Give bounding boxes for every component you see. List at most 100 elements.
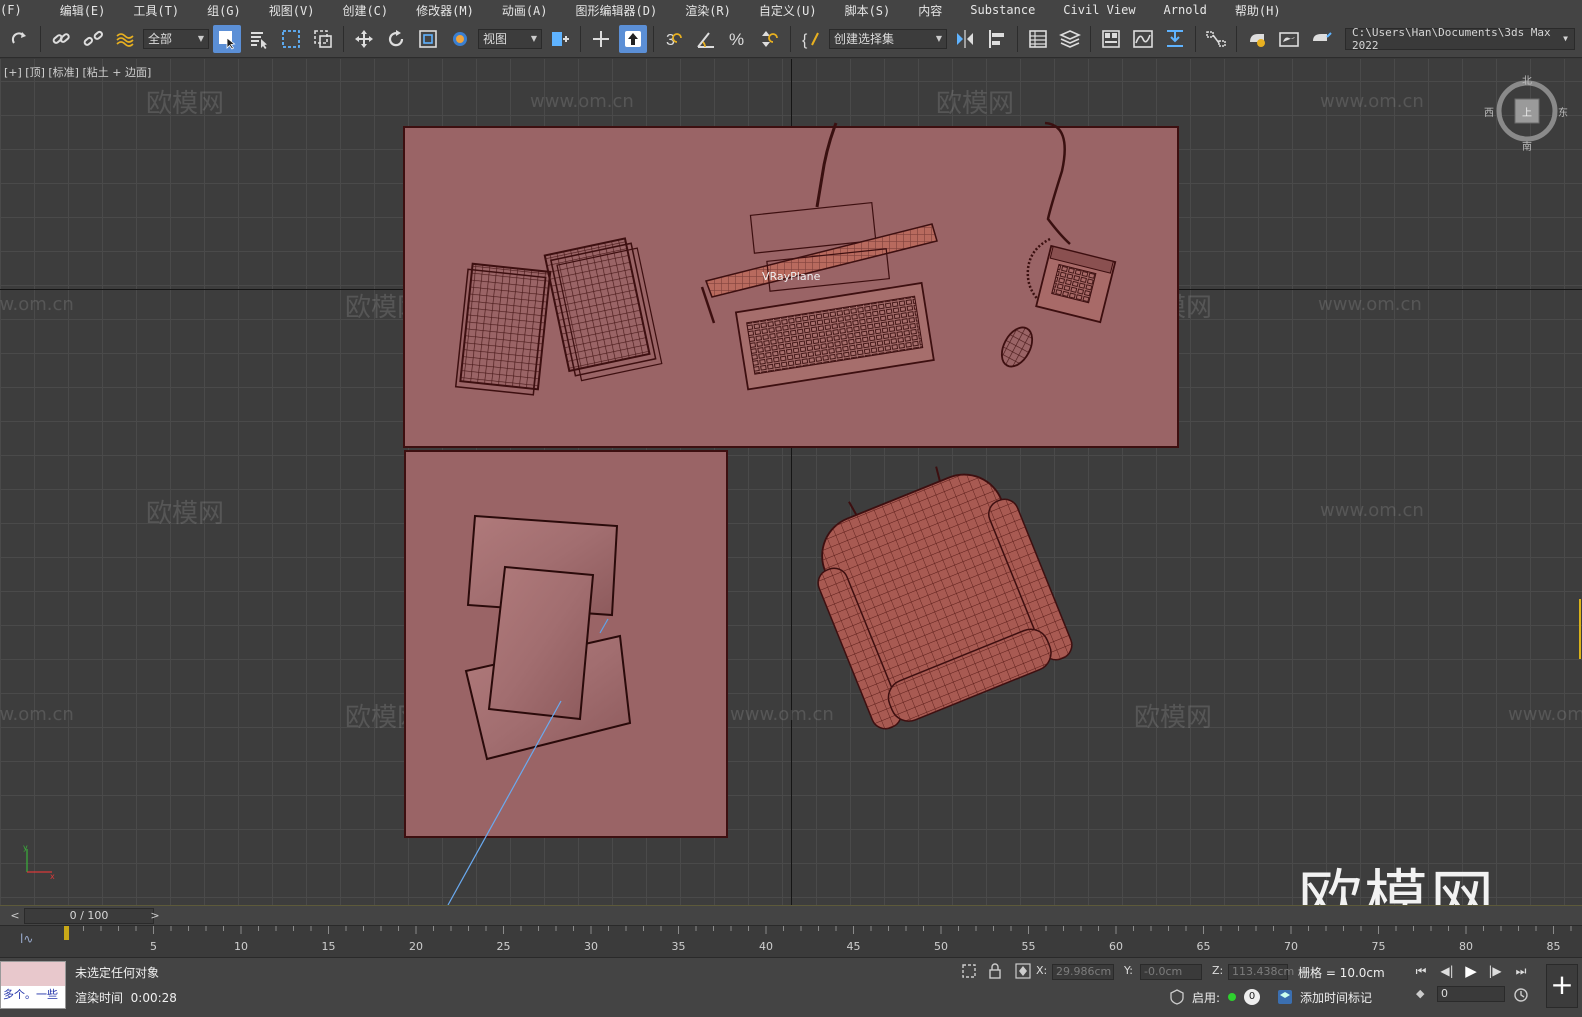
curve-editor-icon[interactable]: [1129, 25, 1157, 53]
svg-text:x: x: [50, 872, 55, 881]
select-object-icon[interactable]: [213, 24, 241, 53]
timeline-tick-label: 40: [759, 940, 773, 953]
unlink-icon[interactable]: [79, 25, 107, 53]
scale-icon[interactable]: [414, 25, 442, 53]
add-viewport-icon[interactable]: +: [1546, 964, 1578, 1008]
named-selection-set-value: 创建选择集: [834, 32, 895, 46]
axis-tripod-icon: y x: [23, 843, 55, 881]
menu-arnold[interactable]: Arnold: [1150, 3, 1221, 17]
spinner-snap-icon[interactable]: [756, 25, 784, 53]
toolbar-separator: [653, 25, 654, 52]
paper-stack-left: [454, 262, 552, 396]
time-slider[interactable]: < 0 / 100 >: [0, 905, 1582, 925]
play-icon[interactable]: ▶: [1460, 962, 1482, 980]
render-production-icon[interactable]: [1307, 25, 1335, 53]
menu-views[interactable]: 视图(V): [255, 2, 329, 19]
viewcube[interactable]: 北 南 西 东 上: [1484, 76, 1568, 153]
project-path-field[interactable]: C:\Users\Han\Documents\3ds Max 2022 ▼: [1345, 26, 1575, 52]
enable-count-badge[interactable]: 0: [1244, 989, 1260, 1005]
viewcube-east[interactable]: 东: [1558, 104, 1568, 119]
move-icon[interactable]: [350, 25, 378, 53]
key-mode-icon[interactable]: ◆: [1416, 987, 1424, 1000]
menu-file[interactable]: (F): [0, 3, 46, 17]
viewcube-south[interactable]: 南: [1522, 138, 1532, 153]
maxscript-mini-listener[interactable]: 多个。一些: [0, 961, 66, 1009]
snap-3d-icon[interactable]: 3: [660, 25, 688, 53]
reference-coord-dropdown[interactable]: 视图 ▼: [478, 28, 542, 49]
y-coord-field[interactable]: -0.0cm: [1140, 964, 1202, 980]
lock-icon[interactable]: [986, 962, 1004, 980]
prev-frame-icon[interactable]: <: [8, 908, 22, 924]
go-to-start-icon[interactable]: ⏮: [1410, 962, 1432, 980]
menu-edit[interactable]: 编辑(E): [46, 2, 120, 19]
viewcube-north[interactable]: 北: [1522, 72, 1532, 87]
menu-animation[interactable]: 动画(A): [488, 2, 562, 19]
dope-sheet-icon[interactable]: [1161, 25, 1189, 53]
angle-snap-icon[interactable]: [692, 25, 720, 53]
percent-snap-icon[interactable]: %: [724, 25, 752, 53]
bind-spacewarp-icon[interactable]: [111, 25, 139, 53]
align-icon[interactable]: [983, 25, 1011, 53]
x-coord-field[interactable]: 29.986cm: [1052, 964, 1114, 980]
link-icon[interactable]: [47, 25, 75, 53]
add-time-tag[interactable]: 添加时间标记: [1300, 989, 1372, 1006]
layer-explorer-icon[interactable]: [1056, 25, 1084, 53]
previous-frame-icon[interactable]: ◀|: [1436, 962, 1458, 980]
menu-modifiers[interactable]: 修改器(M): [402, 2, 488, 19]
viewcube-west[interactable]: 西: [1484, 104, 1494, 119]
current-frame-field[interactable]: 0: [1437, 986, 1505, 1002]
current-frame-marker[interactable]: [64, 926, 69, 940]
top-viewport[interactable]: 欧模网 www.om.cn 欧模网 www.om.cn www.om.cn 欧模…: [0, 59, 1582, 905]
named-selection-set-dropdown[interactable]: 创建选择集 ▼: [829, 28, 947, 49]
mirror-tool-icon[interactable]: [951, 25, 979, 53]
placement-icon[interactable]: [446, 25, 474, 53]
z-coord-field[interactable]: 113.438cm: [1228, 964, 1294, 980]
redo-icon[interactable]: [6, 25, 34, 53]
menu-scripting[interactable]: 脚本(S): [831, 2, 905, 19]
select-by-name-icon[interactable]: [245, 25, 273, 53]
viewport-label-menu[interactable]: [+] [顶] [标准] [粘土 + 边面]: [4, 64, 151, 80]
track-bar[interactable]: l∿ 5 10 15 20 25 30 35 40 45 50 55 60 65 70 75 80 85: [0, 925, 1582, 957]
pivot-icon[interactable]: [546, 25, 574, 53]
render-setup-icon[interactable]: [1243, 25, 1271, 53]
rotate-icon[interactable]: [382, 25, 410, 53]
manipulate-icon[interactable]: [587, 25, 615, 53]
edit-named-sets-icon[interactable]: {: [797, 25, 825, 53]
menu-rendering[interactable]: 渲染(R): [671, 2, 745, 19]
render-time-value: 0:00:28: [130, 991, 177, 1005]
menu-group[interactable]: 组(G): [193, 2, 255, 19]
menu-civil-view[interactable]: Civil View: [1049, 3, 1149, 17]
rect-selection-icon[interactable]: [277, 25, 305, 53]
timeline-tick-label: 50: [934, 940, 948, 953]
menu-graph-editors[interactable]: 图形编辑器(D): [562, 2, 672, 19]
ribbon-icon[interactable]: [1097, 25, 1125, 53]
menu-content[interactable]: 内容: [904, 2, 956, 19]
go-to-end-icon[interactable]: ⏭: [1510, 962, 1532, 980]
next-frame-icon[interactable]: >: [148, 908, 162, 924]
brand-watermark: 欧模网: [1298, 864, 1496, 905]
next-frame-icon[interactable]: |▶: [1484, 962, 1506, 980]
keyboard-shortcut-override-icon[interactable]: [619, 24, 647, 53]
time-config-icon[interactable]: [1512, 986, 1530, 1004]
selection-filter-dropdown[interactable]: 全部 ▼: [143, 28, 209, 49]
menu-help[interactable]: 帮助(H): [1221, 2, 1295, 19]
curve-editor-mini-icon[interactable]: l∿: [20, 932, 33, 946]
menu-customize[interactable]: 自定义(U): [745, 2, 831, 19]
grid-size-label: 栅格 = 10.0cm: [1298, 966, 1385, 980]
schematic-view-icon[interactable]: [1202, 25, 1230, 53]
menu-create[interactable]: 创建(C): [328, 2, 402, 19]
window-crossing-icon[interactable]: [309, 25, 337, 53]
adaptive-degradation-icon[interactable]: [1168, 988, 1186, 1006]
rendered-frame-window-icon[interactable]: [1275, 25, 1303, 53]
time-slider-thumb[interactable]: 0 / 100: [24, 908, 154, 924]
toggle-scene-explorer-icon[interactable]: [1024, 25, 1052, 53]
timeline-tick-label: 70: [1284, 940, 1298, 953]
isolate-selection-icon[interactable]: [960, 962, 978, 980]
listener-text: 多个。一些: [1, 986, 65, 1008]
menu-substance[interactable]: Substance: [956, 3, 1049, 17]
absolute-mode-icon[interactable]: [1014, 962, 1032, 980]
time-tag-icon[interactable]: [1276, 988, 1294, 1006]
menu-tools[interactable]: 工具(T): [119, 2, 193, 19]
viewcube-top-face[interactable]: 上: [1522, 104, 1532, 119]
timeline-tick-label: 10: [234, 940, 248, 953]
